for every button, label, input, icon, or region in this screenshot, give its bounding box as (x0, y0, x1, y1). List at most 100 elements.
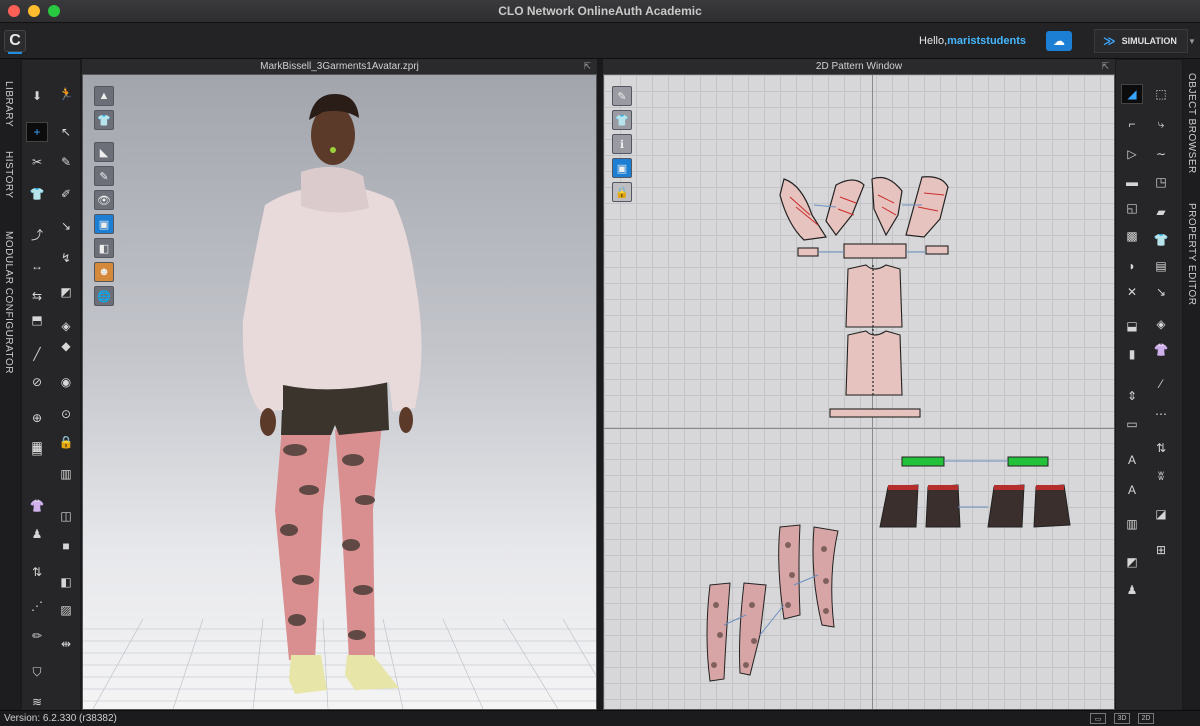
simulation-dropdown-icon[interactable]: ▼ (1188, 37, 1196, 46)
view-garment-icon[interactable]: ▲ (94, 86, 114, 106)
transform-gizmo-icon[interactable]: + (26, 122, 48, 142)
view-fabric-icon[interactable]: ◣ (94, 142, 114, 162)
select-mesh-icon[interactable]: ⬇ (26, 86, 48, 106)
fill-icon[interactable]: ◩ (1121, 552, 1143, 572)
expand-tools-icon[interactable]: ≋ (26, 692, 48, 712)
gusset-icon[interactable]: ▮ (1121, 344, 1143, 364)
seam-taping-icon[interactable]: ⋰ (26, 596, 48, 616)
hanger-icon[interactable]: ⛉ (26, 662, 48, 682)
2d-pattern-viewport[interactable]: ✎ 👕 ℹ ▣ 🔒 (603, 74, 1115, 710)
seam-allowance-icon[interactable]: ⬓ (1121, 316, 1143, 336)
avatar-figure[interactable] (223, 90, 453, 705)
graphic-2d-icon[interactable]: ◪ (1150, 504, 1172, 524)
buttonhole-icon[interactable]: ⊙ (55, 404, 77, 424)
edit-point-icon[interactable]: ⌐ (1121, 114, 1143, 134)
avatar-pose-icon[interactable]: 🏃 (55, 84, 77, 104)
close-window-button[interactable] (8, 5, 20, 17)
rectangle-icon[interactable]: ▬ (1121, 172, 1143, 192)
sew-pattern-icon[interactable]: ↘ (1150, 282, 1172, 302)
edit-curvature-icon[interactable]: ⤷ (1150, 114, 1172, 134)
tab-library[interactable]: LIBRARY (3, 81, 14, 127)
zipper-2d-icon[interactable]: ▭ (1121, 414, 1143, 434)
shirt-icon[interactable]: 👚 (26, 496, 48, 516)
tee-icon[interactable]: 👚 (1150, 340, 1172, 360)
tab-property-editor[interactable]: PROPERTY EDITOR (1186, 203, 1197, 306)
simulation-button[interactable]: ≫ SIMULATION (1094, 29, 1188, 53)
view-avatar-eye-icon[interactable]: 👁 (94, 190, 114, 210)
avatar-2d-icon[interactable]: ♟ (1121, 580, 1143, 600)
topstitch-icon[interactable]: ▤ (26, 440, 48, 460)
pin-tack-icon[interactable]: ◩ (55, 282, 77, 302)
view-2d-button[interactable]: 2D (1138, 713, 1154, 724)
tack-tool-icon[interactable]: ✂ (26, 152, 48, 172)
cut-icon[interactable]: ◧ (55, 572, 77, 592)
cloud-sync-icon[interactable]: ☁ (1046, 31, 1072, 51)
fold-icon[interactable]: ▤ (1150, 256, 1172, 276)
trim-icon[interactable]: ◆ (55, 336, 77, 356)
elastic-2d-icon[interactable]: ʬ (1150, 466, 1172, 486)
measure-icon[interactable]: ↔ (26, 256, 48, 276)
puckering-icon[interactable]: ⊕ (26, 408, 48, 428)
tab-object-browser[interactable]: OBJECT BROWSER (1186, 73, 1197, 174)
notch-icon[interactable]: ◗ (1121, 256, 1143, 276)
dart-icon[interactable]: ▰ (1150, 202, 1172, 222)
view-3d-button[interactable]: 3D (1114, 713, 1130, 724)
arrangement-icon[interactable]: ⇆ (26, 286, 48, 306)
pin-tool-icon[interactable]: ✎ (55, 152, 77, 172)
pattern-pieces[interactable] (604, 75, 1115, 710)
elastic-icon[interactable]: ▥ (55, 464, 77, 484)
lock-icon[interactable]: 🔒 (55, 432, 77, 452)
view-texture-icon[interactable]: 👕 (94, 110, 114, 130)
edit-pattern-icon[interactable]: ⬚ (1150, 84, 1172, 104)
fold-arrangement-icon[interactable]: ↯ (55, 248, 77, 268)
text-style-icon[interactable]: A (1121, 480, 1143, 500)
free-sewing-icon[interactable]: ↘ (55, 216, 77, 236)
fit-map-icon[interactable]: ⇅ (26, 562, 48, 582)
text-icon[interactable]: A (1121, 450, 1143, 470)
tshirt-icon[interactable]: 👕 (1150, 230, 1172, 250)
gradient-icon[interactable]: ▨ (55, 600, 77, 620)
segment-sewing-icon[interactable]: ⤴ (26, 224, 48, 244)
binding-icon[interactable]: ▥ (1121, 514, 1143, 534)
free-sew-2d-icon[interactable]: ⇅ (1150, 438, 1172, 458)
tab-modular-configurator[interactable]: MODULAR CONFIGURATOR (3, 231, 14, 374)
button-icon[interactable]: ◉ (55, 372, 77, 392)
view-shade-icon[interactable]: ◧ (94, 238, 114, 258)
circle-icon[interactable]: ◳ (1150, 172, 1172, 192)
maximize-window-button[interactable] (48, 5, 60, 17)
graphic-tool-icon[interactable]: ◈ (55, 316, 77, 336)
view-layout-icon[interactable]: ▭ (1090, 713, 1106, 724)
cut-line-icon[interactable]: ✕ (1121, 282, 1143, 302)
tab-history[interactable]: HISTORY (3, 151, 14, 199)
zipper-icon[interactable]: ⊘ (26, 372, 48, 392)
fabric-tool-icon[interactable]: ⬒ (26, 310, 48, 330)
minimize-window-button[interactable] (28, 5, 40, 17)
color-block-icon[interactable]: ■ (55, 536, 77, 556)
button-2d-icon[interactable]: ⊞ (1150, 540, 1172, 560)
edit-sewing-icon[interactable]: ⁄ (1150, 374, 1172, 394)
3d-viewport[interactable]: ▲ 👕 ◣ ✎ 👁 ▣ ◧ ☻ 🌐 (82, 74, 597, 710)
view-texture-mode-icon[interactable]: ▣ (94, 214, 114, 234)
garment-fit-icon[interactable]: 👕 (26, 184, 48, 204)
username[interactable]: mariststudents (947, 35, 1026, 47)
strain-map-icon[interactable]: ✐ (55, 184, 77, 204)
internal-polygon-icon[interactable]: ◱ (1121, 198, 1143, 218)
pattern-sym-icon[interactable]: ◈ (1150, 314, 1172, 334)
needle-icon[interactable]: ╱ (26, 344, 48, 364)
popout-3d-icon[interactable]: ⇱ (583, 59, 591, 74)
transform-pattern-icon[interactable]: ◢ (1121, 84, 1143, 104)
avatar-icon[interactable]: ♟ (26, 524, 48, 544)
clo-logo-menu-button[interactable]: C (4, 30, 26, 54)
layer-icon[interactable]: ◫ (55, 506, 77, 526)
align-icon[interactable]: ⇹ (55, 634, 77, 654)
view-avatar-icon[interactable]: ☻ (94, 262, 114, 282)
polygon-icon[interactable]: ▷ (1121, 144, 1143, 164)
view-environment-icon[interactable]: 🌐 (94, 286, 114, 306)
select-move-icon[interactable]: ↖ (55, 122, 77, 142)
measure-2d-icon[interactable]: ⇕ (1121, 386, 1143, 406)
popout-2d-icon[interactable]: ⇱ (1101, 59, 1109, 74)
curve-point-icon[interactable]: ∼ (1150, 144, 1172, 164)
segment-sew-icon[interactable]: ⋯ (1150, 404, 1172, 424)
view-strain-icon[interactable]: ✎ (94, 166, 114, 186)
trace-icon[interactable]: ▩ (1121, 226, 1143, 246)
